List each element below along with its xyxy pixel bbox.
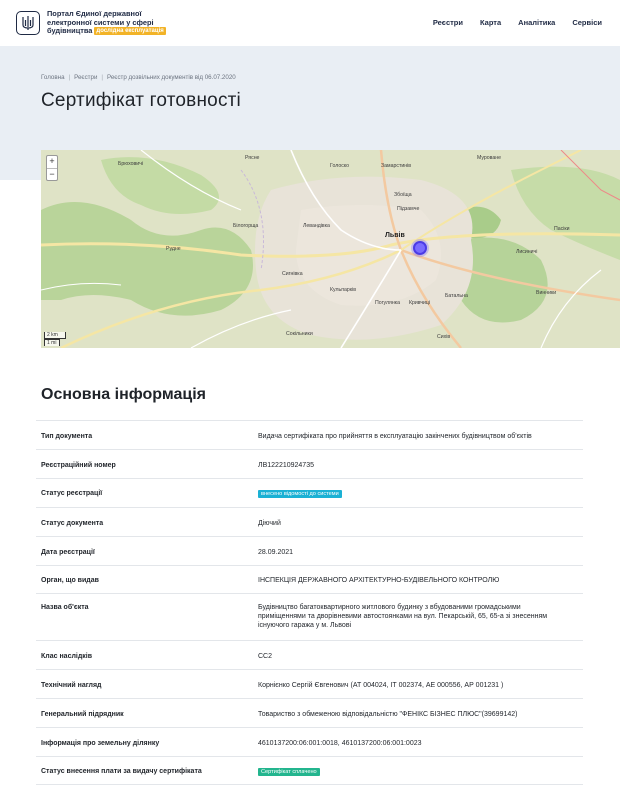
breadcrumb: Головна | Реєстри | Реєстр дозвільних до… xyxy=(41,74,236,81)
table-row: Реєстраційний номер ЛВ122210924735 xyxy=(36,449,583,478)
table-row: Інформація про земельну ділянку 46101372… xyxy=(36,727,583,756)
map-scale: 2 km 1 mi xyxy=(44,332,66,346)
map-label-pasiky: Пасіки xyxy=(554,226,570,232)
row-key: Інформація про земельну ділянку xyxy=(41,740,160,747)
table-row: Орган, що видав ІНСПЕКЦІЯ ДЕРЖАВНОГО АРХ… xyxy=(36,565,583,593)
zoom-in-button[interactable]: + xyxy=(47,156,57,168)
payment-status-badge: Сертифікат сплачено xyxy=(258,768,320,776)
nav-map[interactable]: Карта xyxy=(480,18,501,27)
row-key: Технічний нагляд xyxy=(41,682,102,689)
map-label-pidzamche: Підзамче xyxy=(397,206,420,212)
table-row: Дата реєстрації 28.09.2021 xyxy=(36,536,583,565)
row-value: СС2 xyxy=(258,653,273,660)
map-label-zamarstyniv: Замарстинів xyxy=(381,163,411,169)
status-badge: внесено відомості до системи xyxy=(258,490,342,498)
beta-badge: дослідна експлуатація xyxy=(94,27,166,36)
map-label-zboyishcha: Збоїща xyxy=(394,192,412,198)
breadcrumb-separator: | xyxy=(68,74,71,81)
map-label-sykhiv: Сихів xyxy=(437,334,451,340)
map-label-levandivka: Левандівка xyxy=(303,223,330,229)
row-value: 28.09.2021 xyxy=(258,549,294,556)
nav-registries[interactable]: Реєстри xyxy=(433,18,463,27)
row-key: Статус реєстрації xyxy=(41,490,103,497)
row-value: 4610137200:06:001:0018, 4610137200:06:00… xyxy=(258,740,422,747)
map-label-kryvchytsi: Кривчиці xyxy=(409,300,431,306)
main-nav: Реєстри Карта Аналітика Сервіси xyxy=(433,18,602,27)
map-label-sygnivka: Сигнівка xyxy=(282,271,303,277)
map-label-batalna: Батальна xyxy=(445,293,468,299)
section-title: Основна інформація xyxy=(41,386,206,403)
zoom-control: + − xyxy=(46,155,58,181)
row-value: ЛВ122210924735 xyxy=(258,462,314,469)
zoom-out-button[interactable]: − xyxy=(47,168,57,180)
map-label-lysynychi: Лисиничі xyxy=(516,249,538,255)
table-row: Статус документа Діючий xyxy=(36,507,583,536)
row-value: Видача сертифіката про прийняття в експл… xyxy=(258,433,532,440)
row-value: Діючий xyxy=(258,520,281,527)
table-row: Назва об'єкта Будівництво багатоквартирн… xyxy=(36,593,583,640)
portal-title-line: будівництва xyxy=(47,26,93,36)
map-label-lviv: Львів xyxy=(385,232,405,239)
trident-logo-icon[interactable] xyxy=(16,11,40,35)
portal-title[interactable]: Портал Єдиної державної електронної сист… xyxy=(47,9,177,36)
map-label-bryukhovychi: Брюховичі xyxy=(118,161,144,167)
map-label-holosko: Голоско xyxy=(330,163,350,169)
breadcrumb-separator: | xyxy=(101,74,104,81)
row-key: Клас наслідків xyxy=(41,653,93,660)
map-view[interactable]: + − Львів Рудне Білогорща Левандівка Сих… xyxy=(41,150,620,348)
row-value: ІНСПЕКЦІЯ ДЕРЖАВНОГО АРХІТЕКТУРНО-БУДІВЕ… xyxy=(258,577,500,584)
table-row: Статус внесення плати за видачу сертифік… xyxy=(36,756,583,785)
row-key: Статус документа xyxy=(41,520,104,527)
map-label-sokilnyky: Сокільники xyxy=(286,331,313,337)
breadcrumb-registries[interactable]: Реєстри xyxy=(74,74,97,81)
row-key: Орган, що видав xyxy=(41,577,99,584)
breadcrumb-home[interactable]: Головна xyxy=(41,74,65,81)
nav-analytics[interactable]: Аналітика xyxy=(518,18,555,27)
table-row: Тип документа Видача сертифіката про при… xyxy=(36,420,583,449)
breadcrumb-current[interactable]: Реєстр дозвільних документів від 06.07.2… xyxy=(107,74,236,81)
info-table: Тип документа Видача сертифіката про при… xyxy=(36,420,583,785)
row-key: Статус внесення плати за видачу сертифік… xyxy=(41,768,202,775)
row-value: Товариство з обмеженою відповідальністю … xyxy=(258,711,518,718)
table-row: Технічний нагляд Корнієнко Сергій Євгено… xyxy=(36,669,583,698)
map-label-rudne: Рудне xyxy=(166,246,181,252)
map-label-pogulyanka: Погулянка xyxy=(375,300,400,306)
row-value: Корнієнко Сергій Євгенович (АТ 004024, І… xyxy=(258,682,504,689)
map-label-vynnyky: Винники xyxy=(536,290,557,296)
scale-mi: 1 mi xyxy=(44,339,60,346)
site-header: Портал Єдиної державної електронної сист… xyxy=(0,0,620,46)
row-key: Реєстраційний номер xyxy=(41,462,116,469)
map-label-murovane: Муроване xyxy=(477,155,502,161)
row-key: Тип документа xyxy=(41,433,93,440)
table-row: Статус реєстрації внесено відомості до с… xyxy=(36,478,583,507)
nav-services[interactable]: Сервіси xyxy=(572,18,602,27)
table-row: Клас наслідків СС2 xyxy=(36,640,583,669)
row-key: Генеральний підрядник xyxy=(41,711,124,718)
map-label-ryasne: Рясне xyxy=(245,155,260,161)
page-title: Сертифікат готовності xyxy=(41,90,241,111)
row-value: Будівництво багатоквартирного житлового … xyxy=(258,604,548,629)
row-key: Дата реєстрації xyxy=(41,549,95,556)
map-label-bilohorshcha: Білогорща xyxy=(233,223,259,229)
trident-icon xyxy=(22,16,34,30)
location-marker[interactable] xyxy=(413,241,427,255)
scale-km: 2 km xyxy=(44,332,66,339)
row-key: Назва об'єкта xyxy=(41,604,89,611)
table-row: Генеральний підрядник Товариство з обмеж… xyxy=(36,698,583,727)
map-label-kulparkiv: Кульпарків xyxy=(330,287,356,293)
